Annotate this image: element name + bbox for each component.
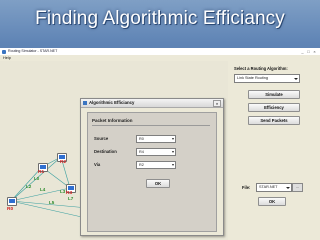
app-window: Routing Simulator - STAR.NET _ □ × Help … [0, 48, 320, 240]
dialog-ok-button[interactable]: OK [146, 179, 170, 188]
destination-value: R4 [139, 150, 144, 154]
packet-info-panel: Packet Information Source R0 Destination… [87, 112, 217, 232]
algorithm-select[interactable]: Link State Routing [234, 74, 300, 83]
destination-label: Destination [94, 149, 117, 154]
chevron-down-icon [172, 164, 174, 166]
algorithm-prompt: Select a Routing Algorithm: [234, 66, 288, 71]
chevron-down-icon [294, 77, 298, 80]
router-label: R0 [7, 207, 14, 212]
ok-button[interactable]: OK [258, 197, 286, 206]
algorithm-value: Link State Routing [237, 76, 269, 80]
link-label: L4 [40, 187, 46, 192]
browse-button[interactable]: ... [292, 183, 303, 192]
router-label: R1 [38, 170, 45, 175]
close-icon[interactable]: × [312, 49, 317, 54]
router-node[interactable] [7, 197, 17, 206]
chevron-down-icon [286, 186, 290, 189]
efficiency-button[interactable]: Efficiency [248, 103, 300, 112]
maximize-icon[interactable]: □ [306, 49, 311, 54]
dialog-icon [83, 101, 87, 105]
source-value: R0 [139, 137, 144, 141]
window-title: Routing Simulator - STAR.NET [8, 49, 58, 53]
destination-select[interactable]: R4 [136, 148, 176, 156]
via-value: R2 [139, 163, 144, 167]
dialog-title: Algorithmic Efficiancy [89, 100, 135, 105]
link-label: L3 [60, 189, 66, 194]
app-icon [2, 49, 6, 54]
chevron-down-icon [172, 138, 174, 140]
chevron-down-icon [172, 151, 174, 153]
dialog-titlebar[interactable]: Algorithmic Efficiancy × [81, 99, 223, 108]
file-select[interactable]: STAR.NET [256, 183, 292, 192]
via-label: Via [94, 162, 101, 167]
send-packets-button[interactable]: Send Packets [248, 116, 300, 125]
router-label: R2 [60, 160, 67, 165]
link-label: L7 [68, 196, 74, 201]
source-label: Source [94, 136, 109, 141]
efficiency-dialog: Algorithmic Efficiancy × Packet Informat… [80, 98, 224, 236]
slide-title: Finding Algorithmic Efficiancy [35, 8, 285, 29]
link-label: L2 [26, 184, 32, 189]
file-value: STAR.NET [259, 185, 278, 189]
via-select[interactable]: R2 [136, 161, 176, 169]
control-panel: Select a Routing Algorithm: Link State R… [228, 61, 320, 240]
file-label: File: [242, 185, 251, 190]
dialog-close-icon[interactable]: × [213, 100, 221, 107]
link-label: L0 [34, 176, 40, 181]
minimize-icon[interactable]: _ [300, 49, 305, 54]
section-header: Packet Information [92, 117, 210, 126]
link-label: L5 [49, 200, 55, 205]
source-select[interactable]: R0 [136, 135, 176, 143]
simulate-button[interactable]: Simulate [248, 90, 300, 99]
